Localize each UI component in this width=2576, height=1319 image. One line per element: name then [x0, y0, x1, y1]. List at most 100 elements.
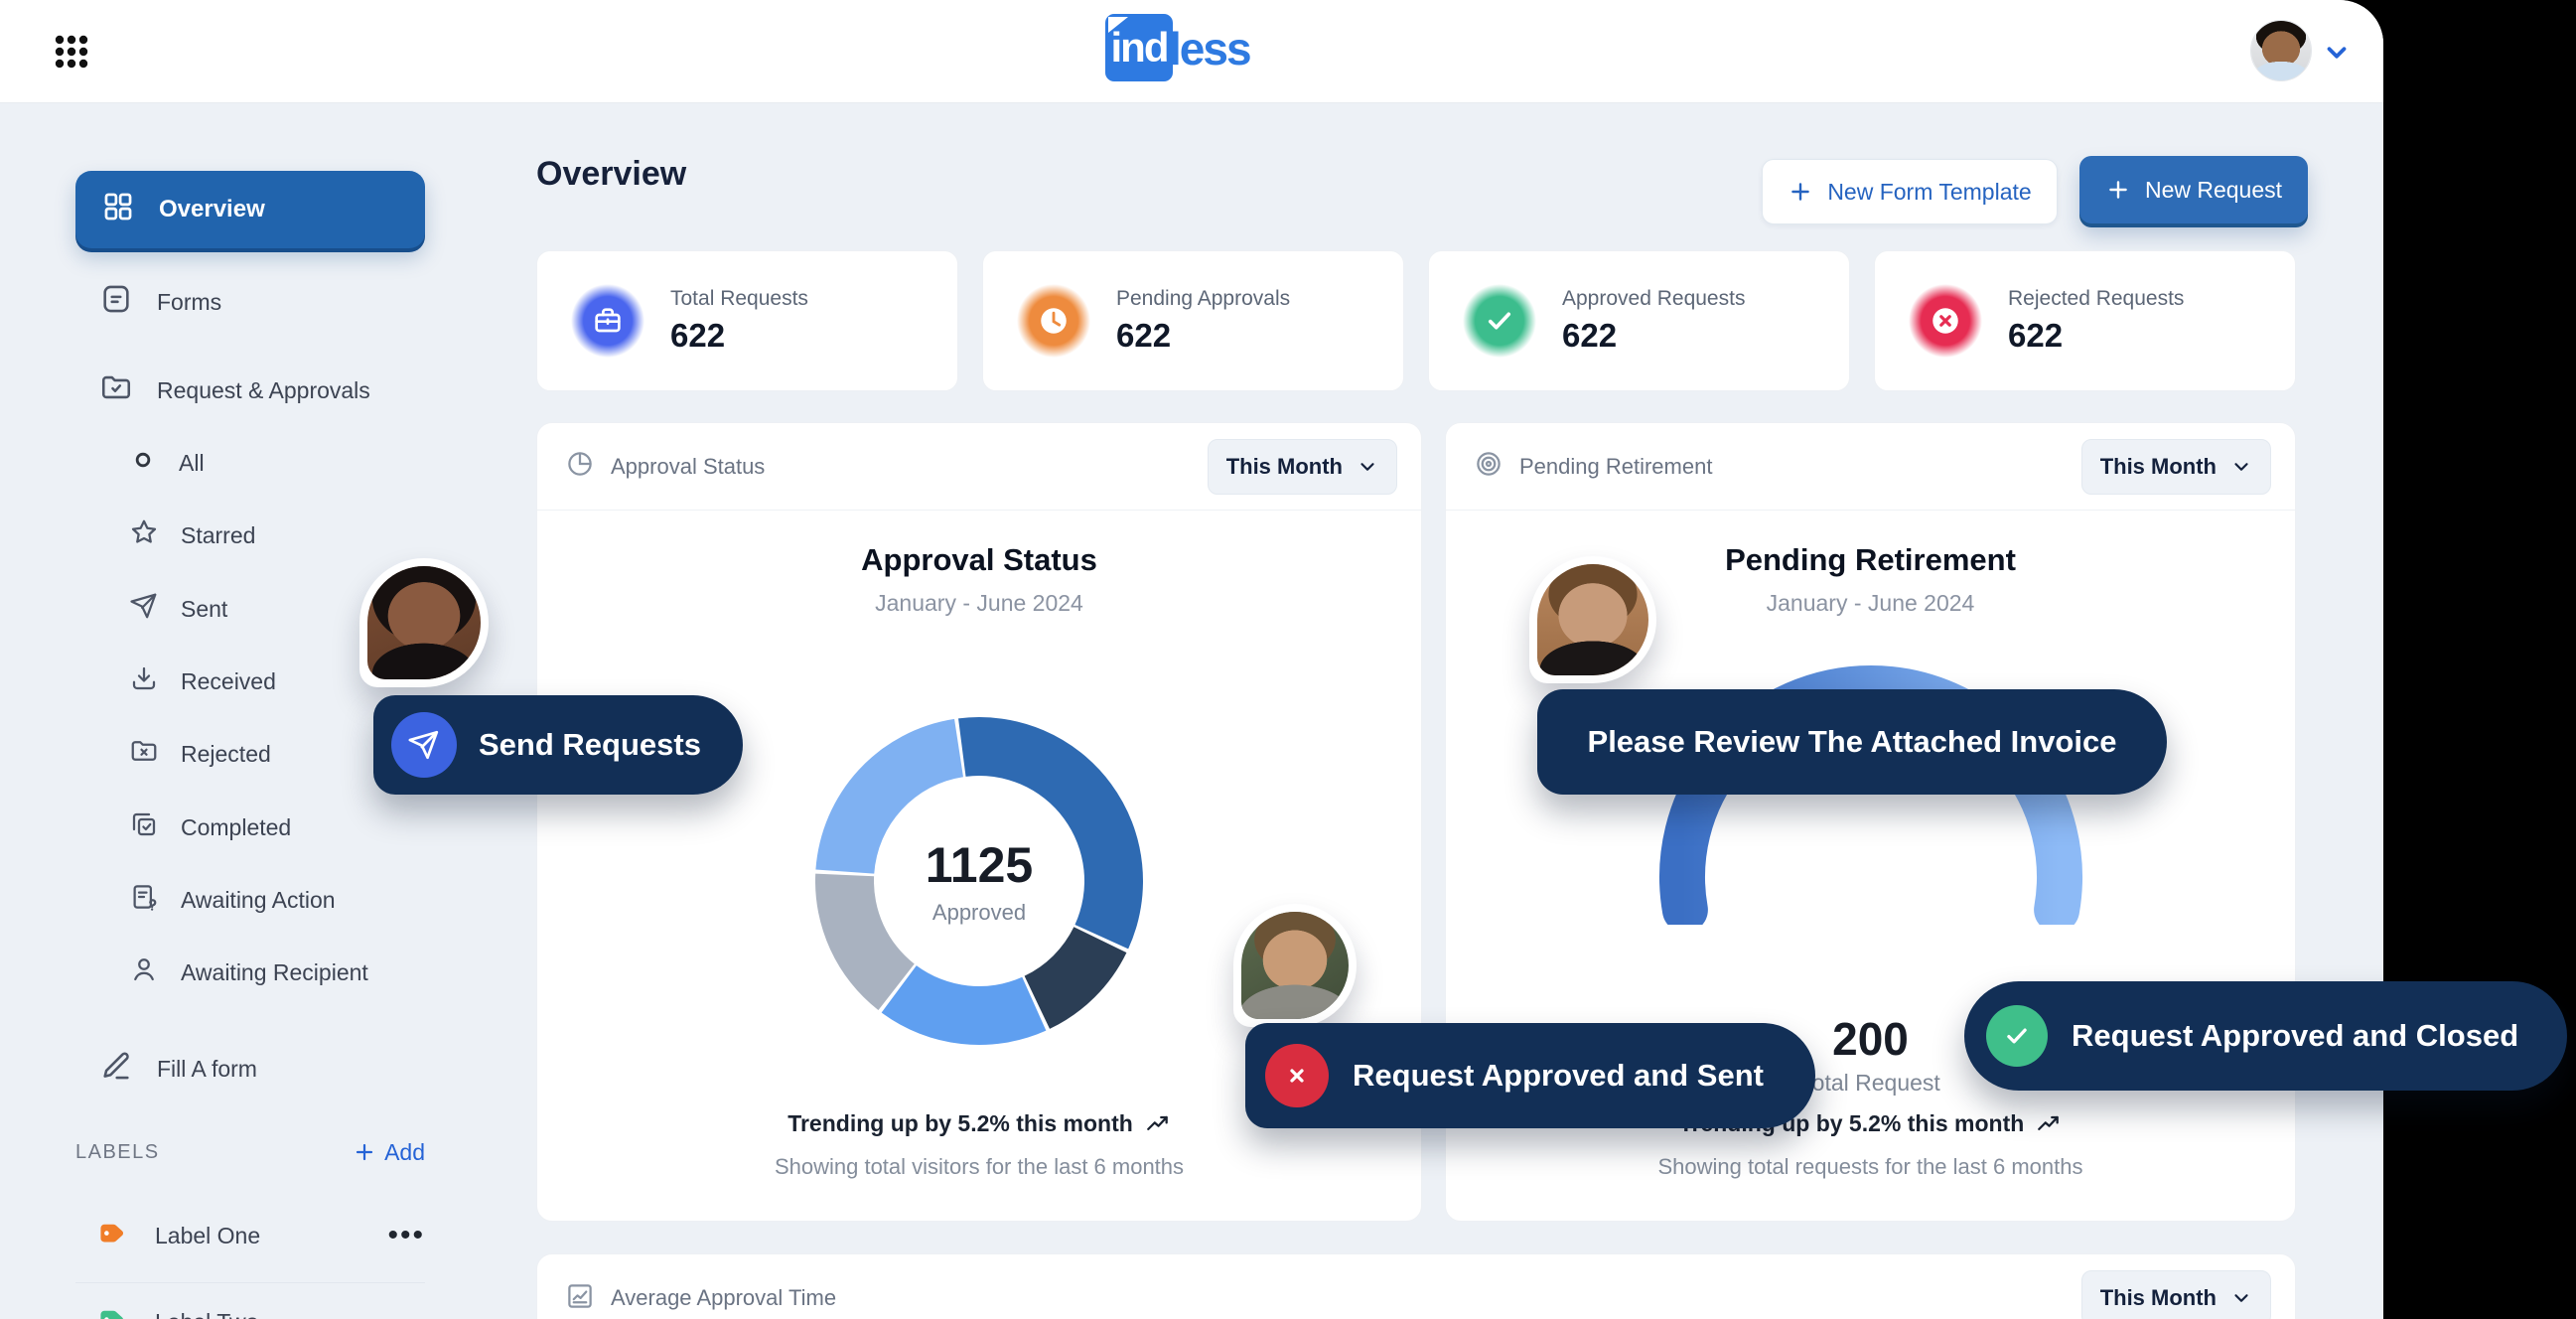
donut-center: 1125 Approved [805, 707, 1153, 1055]
chart-title: Approval Status [537, 542, 1421, 578]
paper-plane-icon [391, 712, 457, 778]
line-chart-icon [565, 1281, 595, 1316]
card-header-title: Approval Status [611, 454, 1192, 480]
chip-text: Request Approved and Closed [2072, 1018, 2518, 1054]
sidebar-item-label: Awaiting Recipient [181, 959, 368, 986]
card-header: Approval Status This Month [537, 423, 1421, 511]
period-value: This Month [2100, 1285, 2217, 1311]
period-dropdown[interactable]: This Month [2081, 1270, 2271, 1319]
sidebar-item-completed[interactable]: Completed [75, 802, 425, 853]
card-header-title: Average Approval Time [611, 1285, 2066, 1311]
sidebar-item-fill-a-form[interactable]: Fill A form [75, 1043, 425, 1095]
tag-icon [97, 1303, 129, 1319]
trending-up-icon [2036, 1111, 2062, 1137]
trending-up-icon [1145, 1111, 1171, 1137]
folder-x-icon [129, 736, 159, 772]
new-form-template-button[interactable]: New Form Template [1762, 159, 2058, 224]
stat-value: 622 [670, 317, 808, 355]
chart-caption: Showing total visitors for the last 6 mo… [537, 1154, 1421, 1180]
sidebar-item-starred[interactable]: Starred [75, 510, 425, 561]
stat-card-approved-requests: Approved Requests 622 [1428, 250, 1850, 391]
briefcase-icon [571, 284, 644, 358]
labels-section-header: LABELS Add [75, 1132, 425, 1172]
notification-avatar-man-outdoor[interactable] [1233, 904, 1357, 1027]
brand-logo-text: less [1169, 22, 1250, 81]
new-request-button[interactable]: New Request [2079, 156, 2308, 223]
period-dropdown[interactable]: This Month [2081, 439, 2271, 495]
sidebar-item-awaiting-action[interactable]: Awaiting Action [75, 874, 425, 926]
star-icon [129, 517, 159, 553]
x-circle-icon [1265, 1044, 1329, 1107]
label-options-icon[interactable]: ••• [387, 1231, 425, 1241]
chip-text: Send Requests [479, 727, 701, 763]
brand-logo-box: ind [1105, 14, 1173, 81]
review-invoice-chip[interactable]: Please Review The Attached Invoice [1537, 689, 2167, 795]
card-header-title: Pending Retirement [1519, 454, 2066, 480]
topbar: ind less [0, 0, 2383, 103]
donut-chart: 1125 Approved [805, 707, 1153, 1055]
send-icon [129, 591, 159, 627]
stat-value: 622 [2008, 317, 2184, 355]
stat-value: 622 [1116, 317, 1290, 355]
apps-grid-icon[interactable] [48, 28, 95, 75]
dashboard-icon [101, 190, 135, 230]
card-header: Average Approval Time This Month [537, 1254, 2295, 1319]
sidebar-item-forms[interactable]: Forms [75, 276, 425, 328]
stat-label: Total Requests [670, 287, 808, 311]
notification-avatar-man[interactable] [1529, 556, 1656, 683]
period-dropdown[interactable]: This Month [1208, 439, 1397, 495]
stat-card-pending-approvals: Pending Approvals 622 [982, 250, 1404, 391]
sidebar-divider [75, 1282, 425, 1283]
user-avatar[interactable] [2250, 20, 2312, 81]
avatar-photo [1537, 564, 1648, 675]
send-requests-chip[interactable]: Send Requests [373, 695, 743, 795]
plus-icon [1788, 179, 1813, 205]
approved-and-closed-chip[interactable]: Request Approved and Closed [1964, 981, 2567, 1091]
check-icon [1463, 284, 1536, 358]
chart-subtitle: January - June 2024 [537, 590, 1421, 617]
approved-and-sent-chip[interactable]: Request Approved and Sent [1245, 1023, 1815, 1128]
sidebar-item-request-approvals[interactable]: Request & Approvals [75, 365, 425, 416]
chevron-down-icon [2230, 1287, 2252, 1309]
label-row-one[interactable]: Label One ••• [75, 1210, 425, 1261]
sidebar-item-label: Completed [181, 814, 291, 841]
page-title: Overview [536, 155, 686, 194]
notification-avatar-woman[interactable] [359, 558, 489, 687]
check-circle-icon [1986, 1005, 2048, 1067]
donut-center-label: Approved [932, 900, 1026, 926]
period-value: This Month [2100, 454, 2217, 480]
sidebar-item-all[interactable]: All [75, 437, 425, 489]
sidebar-item-label: Fill A form [157, 1056, 257, 1083]
label-row-two[interactable]: Label Two [75, 1296, 425, 1319]
add-label-text: Add [384, 1139, 425, 1166]
download-icon [129, 663, 159, 699]
sidebar-item-label: Forms [157, 289, 221, 316]
sidebar-item-label: All [179, 450, 205, 477]
sidebar-item-overview[interactable]: Overview [75, 171, 425, 248]
new-form-template-label: New Form Template [1827, 179, 2031, 206]
period-value: This Month [1226, 454, 1343, 480]
stat-card-rejected-requests: Rejected Requests 622 [1874, 250, 2296, 391]
card-header: Pending Retirement This Month [1446, 423, 2295, 511]
stat-label: Rejected Requests [2008, 287, 2184, 311]
labels-heading: LABELS [75, 1141, 160, 1164]
chevron-down-icon [1357, 456, 1378, 478]
user-avatar-photo [2251, 21, 2311, 80]
sidebar-item-label: Received [181, 668, 276, 695]
user-icon [129, 954, 159, 990]
sidebar-item-label: Starred [181, 522, 255, 549]
sidebar-item-awaiting-recipient[interactable]: Awaiting Recipient [75, 947, 425, 998]
sidebar-item-label: Overview [159, 196, 265, 223]
user-menu-chevron-down-icon[interactable] [2322, 38, 2352, 68]
plus-icon [353, 1140, 376, 1164]
forms-icon [99, 282, 133, 322]
circle-icon [129, 446, 157, 480]
chevron-down-icon [2230, 456, 2252, 478]
sidebar-item-label: Rejected [181, 741, 271, 768]
new-request-label: New Request [2145, 177, 2282, 204]
sidebar-item-label: Request & Approvals [157, 377, 370, 404]
add-label-button[interactable]: Add [353, 1139, 425, 1166]
chip-text: Please Review The Attached Invoice [1588, 724, 2117, 760]
avatar-photo [367, 566, 481, 679]
chip-text: Request Approved and Sent [1353, 1058, 1764, 1094]
